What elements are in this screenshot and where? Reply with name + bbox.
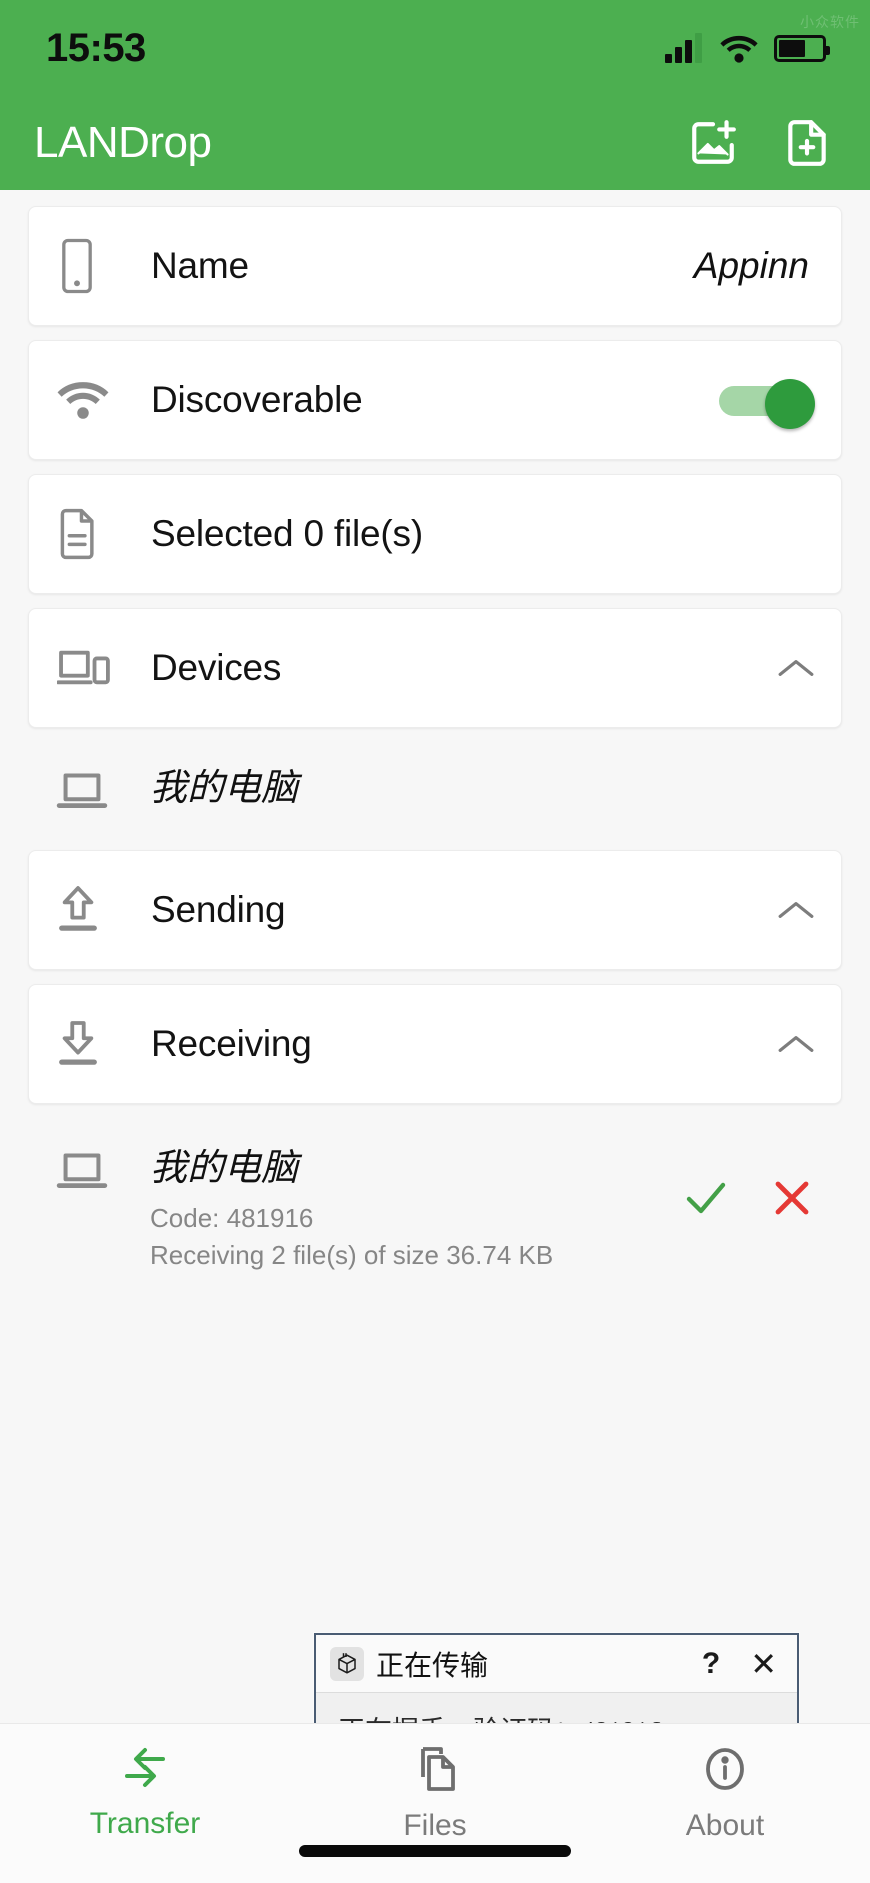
laptop-icon	[56, 1148, 124, 1192]
bottom-navigation: Transfer Files About	[0, 1723, 870, 1883]
files-copy-icon	[410, 1746, 460, 1797]
desktop-transfer-dialog[interactable]: 正在传输 ? ✕ 正在握手... 验证码：481916	[314, 1633, 799, 1723]
reject-transfer-button[interactable]	[768, 1174, 816, 1227]
chevron-up-icon[interactable]	[777, 1032, 815, 1056]
nav-item-about[interactable]: About	[580, 1746, 870, 1843]
smartphone-icon	[57, 238, 125, 294]
chevron-up-icon[interactable]	[777, 898, 815, 922]
section-receiving-label: Receiving	[151, 1023, 312, 1064]
discoverable-toggle[interactable]	[719, 379, 815, 429]
upload-icon	[57, 885, 125, 935]
chevron-up-icon[interactable]	[777, 656, 815, 680]
toggle-knob	[765, 379, 815, 429]
file-icon	[57, 508, 125, 560]
status-time: 15:53	[46, 25, 146, 70]
discoverable-label: Discoverable	[151, 379, 363, 420]
page-title: LANDrop	[34, 118, 212, 167]
home-indicator	[299, 1845, 571, 1857]
receiving-device-name: 我的电脑	[150, 1147, 298, 1188]
nav-item-files[interactable]: Files	[290, 1746, 580, 1843]
receiving-list-item[interactable]: 我的电脑 Code: 481916 Receiving 2 file(s) of…	[28, 1118, 842, 1299]
status-bar: 15:53 小众软件	[0, 0, 870, 96]
section-sending-label: Sending	[151, 889, 286, 930]
device-name-label: Name	[151, 245, 249, 286]
row-discoverable[interactable]: Discoverable	[28, 340, 842, 460]
download-icon	[57, 1019, 125, 1069]
main-content: Name Appinn Discoverable Selected 0 file…	[0, 190, 870, 1723]
section-devices-label: Devices	[151, 647, 282, 688]
row-device-name[interactable]: Name Appinn	[28, 206, 842, 326]
dialog-status-text: 正在握手... 验证码：481916	[338, 1709, 775, 1723]
section-header-receiving[interactable]: Receiving	[28, 984, 842, 1104]
transfer-arrows-icon	[119, 1746, 171, 1795]
laptop-icon	[56, 768, 124, 812]
info-circle-icon	[701, 1746, 749, 1797]
cellular-signal-icon	[665, 33, 702, 63]
app-bar: LANDrop	[0, 96, 870, 190]
wifi-icon	[720, 34, 758, 63]
wifi-icon	[57, 379, 125, 421]
nav-label-about: About	[685, 1809, 765, 1842]
receiving-code: Code: 481916	[150, 1202, 314, 1233]
accept-transfer-button[interactable]	[682, 1174, 730, 1227]
close-icon[interactable]: ✕	[750, 1648, 785, 1680]
dialog-body: 正在握手... 验证码：481916 0%	[316, 1693, 797, 1723]
nav-label-files: Files	[403, 1809, 467, 1842]
battery-icon	[774, 34, 830, 62]
nav-item-transfer[interactable]: Transfer	[0, 1746, 290, 1841]
device-name-value: Appinn	[693, 245, 809, 286]
row-selected-files[interactable]: Selected 0 file(s)	[28, 474, 842, 594]
receiving-detail: Receiving 2 file(s) of size 36.74 KB	[150, 1239, 554, 1270]
landrop-box-icon	[330, 1646, 364, 1681]
app-bar-actions	[688, 118, 832, 168]
selected-files-label: Selected 0 file(s)	[151, 513, 423, 554]
watermark: 小众软件	[800, 14, 860, 30]
device-list-item[interactable]: 我的电脑	[28, 742, 842, 838]
status-icons	[665, 33, 830, 63]
dialog-title: 正在传输	[376, 1649, 489, 1681]
device-name: 我的电脑	[150, 767, 298, 808]
dialog-title-bar: 正在传输 ? ✕	[316, 1635, 797, 1693]
add-file-icon[interactable]	[782, 118, 832, 168]
add-image-icon[interactable]	[688, 118, 738, 168]
help-button[interactable]: ?	[702, 1647, 750, 1681]
section-header-devices[interactable]: Devices	[28, 608, 842, 728]
app-window: 15:53 小众软件 LANDrop Name Appinn Discovera…	[0, 0, 870, 1883]
section-header-sending[interactable]: Sending	[28, 850, 842, 970]
devices-icon	[57, 646, 125, 690]
nav-label-transfer: Transfer	[89, 1807, 201, 1840]
